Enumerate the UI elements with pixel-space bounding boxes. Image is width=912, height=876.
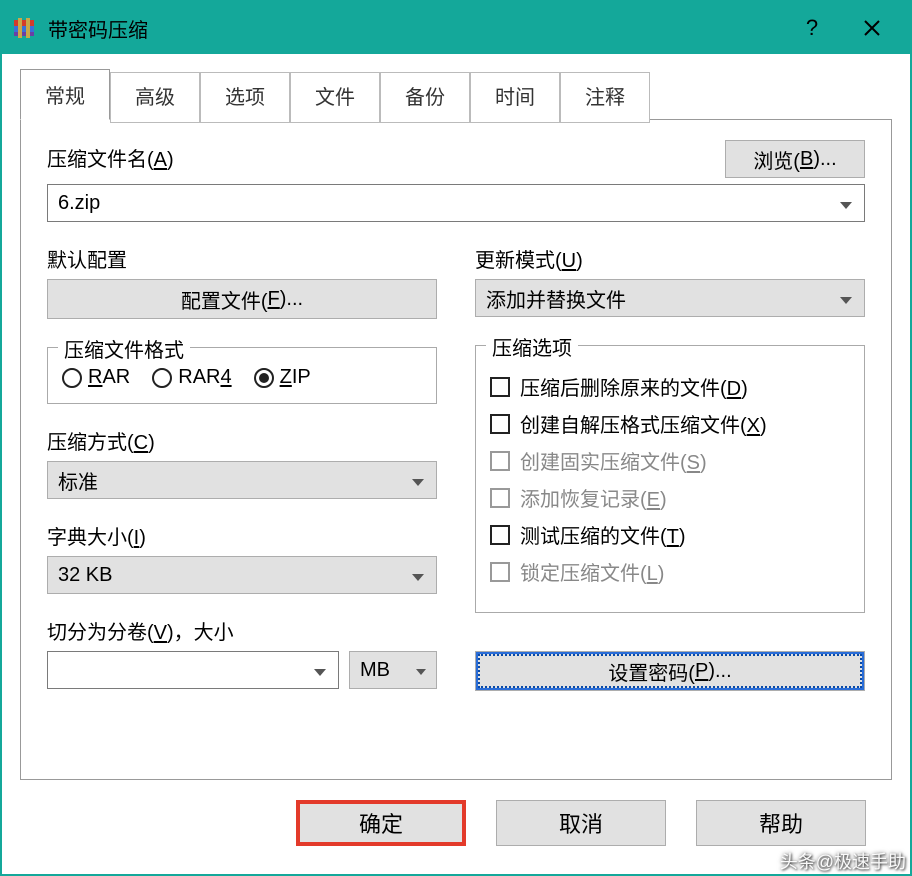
checkbox-icon <box>490 562 510 582</box>
tab-options[interactable]: 选项 <box>200 72 290 123</box>
tab-general[interactable]: 常规 <box>20 69 110 120</box>
tab-advanced[interactable]: 高级 <box>110 72 200 123</box>
radio-rar4-indicator <box>152 368 172 388</box>
update-mode-label: 更新模式(U) <box>475 244 865 273</box>
update-mode-value: 添加并替换文件 <box>486 284 626 313</box>
radio-zip-indicator <box>254 368 274 388</box>
format-fieldset: 压缩文件格式 RAR RAR4 <box>47 347 437 404</box>
method-label: 压缩方式(C) <box>47 426 437 455</box>
radio-zip[interactable]: ZIP <box>254 366 311 389</box>
tab-strip: 常规 高级 选项 文件 备份 时间 注释 <box>20 68 892 119</box>
client-area: 常规 高级 选项 文件 备份 时间 注释 压缩文件名(A) 浏览(B)... 6… <box>2 54 910 874</box>
set-password-button[interactable]: 设置密码(P)... <box>475 651 865 691</box>
split-label: 切分为分卷(V)，大小 <box>47 616 437 645</box>
help-footer-button[interactable]: 帮助 <box>696 800 866 846</box>
options-legend: 压缩选项 <box>486 332 578 361</box>
archive-name-label: 压缩文件名(A) <box>47 143 174 172</box>
checkbox-icon <box>490 414 510 434</box>
method-value: 标准 <box>58 466 98 495</box>
cancel-button[interactable]: 取消 <box>496 800 666 846</box>
close-button[interactable] <box>842 2 902 54</box>
profile-group-label: 默认配置 <box>47 244 437 273</box>
app-icon <box>10 14 38 42</box>
profile-button[interactable]: 配置文件(F)... <box>47 279 437 319</box>
split-unit-value: MB <box>360 659 390 682</box>
format-legend: 压缩文件格式 <box>58 334 190 363</box>
checkbox-icon <box>490 451 510 471</box>
tab-backup[interactable]: 备份 <box>380 72 470 123</box>
dict-label: 字典大小(I) <box>47 521 437 550</box>
titlebar: 带密码压缩 ? <box>2 2 910 54</box>
update-mode-select[interactable]: 添加并替换文件 <box>475 279 865 317</box>
checkbox-delete-after[interactable]: 压缩后删除原来的文件(D) <box>490 372 850 401</box>
split-unit-select[interactable]: MB <box>349 651 437 689</box>
checkbox-icon <box>490 488 510 508</box>
ok-button[interactable]: 确定 <box>296 800 466 846</box>
browse-button[interactable]: 浏览(B)... <box>725 140 865 178</box>
archive-name-combo[interactable]: 6.zip <box>47 184 865 222</box>
checkbox-test[interactable]: 测试压缩的文件(T) <box>490 520 850 549</box>
split-size-combo[interactable] <box>47 651 339 689</box>
method-select[interactable]: 标准 <box>47 461 437 499</box>
dict-select[interactable]: 32 KB <box>47 556 437 594</box>
checkbox-lock: 锁定压缩文件(L) <box>490 557 850 586</box>
radio-rar[interactable]: RAR <box>62 366 130 389</box>
dialog-footer: 确定 取消 帮助 <box>20 780 892 856</box>
checkbox-icon <box>490 377 510 397</box>
tab-pane-general: 压缩文件名(A) 浏览(B)... 6.zip 默认配置 配置文件(F)... … <box>20 119 892 780</box>
tab-time[interactable]: 时间 <box>470 72 560 123</box>
dialog-window: 带密码压缩 ? 常规 高级 选项 文件 备份 时间 注释 压缩文件名(A) 浏览… <box>0 0 912 876</box>
window-title: 带密码压缩 <box>48 14 782 43</box>
dict-value: 32 KB <box>58 564 112 587</box>
tab-comment[interactable]: 注释 <box>560 72 650 123</box>
radio-rar-indicator <box>62 368 82 388</box>
checkbox-solid: 创建固实压缩文件(S) <box>490 446 850 475</box>
checkbox-icon <box>490 525 510 545</box>
options-fieldset: 压缩选项 压缩后删除原来的文件(D) 创建自解压格式压缩文件(X) 创建固实压缩… <box>475 345 865 613</box>
help-button[interactable]: ? <box>782 2 842 54</box>
radio-rar4[interactable]: RAR4 <box>152 366 231 389</box>
archive-name-value: 6.zip <box>58 192 100 215</box>
checkbox-sfx[interactable]: 创建自解压格式压缩文件(X) <box>490 409 850 438</box>
checkbox-recovery: 添加恢复记录(E) <box>490 483 850 512</box>
tab-files[interactable]: 文件 <box>290 72 380 123</box>
